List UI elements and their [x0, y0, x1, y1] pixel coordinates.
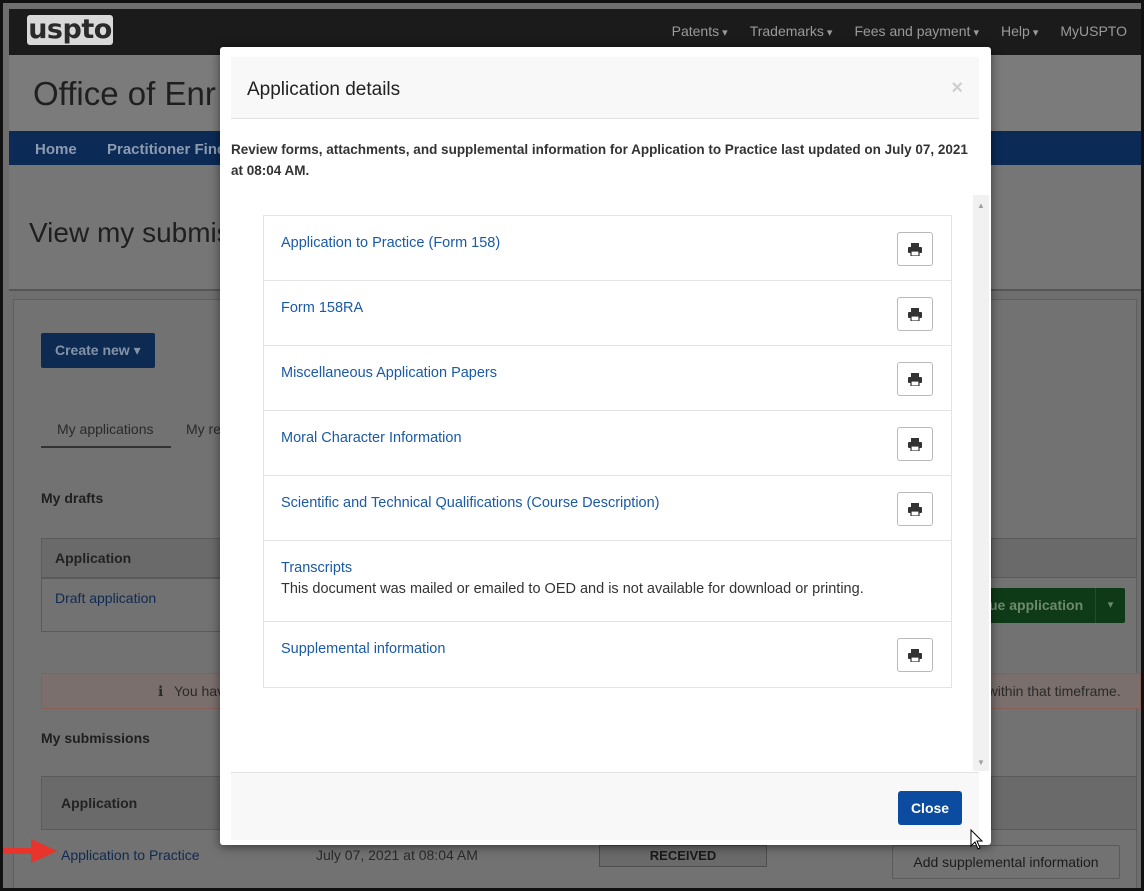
list-item: Miscellaneous Application Papers: [264, 346, 951, 411]
printer-icon: [908, 373, 922, 386]
submissions-table-header-right: [991, 776, 1137, 830]
active-tab-indicator: [41, 446, 171, 448]
printer-icon: [908, 438, 922, 451]
misc-papers-link[interactable]: Miscellaneous Application Papers: [281, 365, 497, 381]
page-title: View my submis: [29, 217, 231, 249]
continue-application-button[interactable]: ue application▾: [969, 588, 1125, 623]
modal-footer: Close: [231, 772, 979, 840]
documents-scroll-area[interactable]: Application to Practice (Form 158) Form …: [231, 195, 981, 771]
scrollbar[interactable]: ▲ ▼: [973, 195, 989, 771]
create-new-button[interactable]: Create new ▾: [41, 333, 155, 368]
transcripts-note: This document was mailed or emailed to O…: [281, 581, 864, 597]
transcripts-link[interactable]: Transcripts: [281, 560, 352, 576]
documents-list: Application to Practice (Form 158) Form …: [263, 215, 952, 688]
status-badge: RECEIVED: [599, 845, 767, 867]
drafts-table-header-right: [991, 538, 1137, 578]
scroll-down-icon[interactable]: ▼: [977, 758, 985, 767]
printer-icon: [908, 503, 922, 516]
list-item: Supplemental information: [264, 622, 951, 687]
moral-character-link[interactable]: Moral Character Information: [281, 430, 462, 446]
list-item: Scientific and Technical Qualifications …: [264, 476, 951, 541]
modal-title: Application details: [247, 79, 400, 101]
nav-myuspto[interactable]: MyUSPTO: [1060, 23, 1127, 39]
print-button[interactable]: [897, 297, 933, 331]
list-item: Transcripts This document was mailed or …: [264, 541, 951, 622]
alert-text-left: You hav: [174, 683, 224, 699]
print-button[interactable]: [897, 492, 933, 526]
application-details-modal: Application details × Review forms, atta…: [220, 47, 991, 845]
banner-title: Office of Enr: [33, 75, 216, 113]
nav-patents[interactable]: Patents: [672, 23, 728, 39]
nav-trademarks[interactable]: Trademarks: [750, 23, 833, 39]
modal-header: Application details ×: [231, 57, 979, 119]
close-button[interactable]: Close: [898, 791, 962, 825]
nav-fees[interactable]: Fees and payment: [854, 23, 979, 39]
print-button[interactable]: [897, 427, 933, 461]
top-nav: Patents Trademarks Fees and payment Help…: [672, 23, 1127, 39]
close-icon[interactable]: ×: [951, 77, 963, 100]
printer-icon: [908, 308, 922, 321]
printer-icon: [908, 243, 922, 256]
drafts-col-application: Application: [55, 550, 131, 566]
mouse-cursor-icon: [970, 829, 984, 851]
list-item: Application to Practice (Form 158): [264, 216, 951, 281]
submissions-col-application: Application: [61, 795, 137, 811]
print-button[interactable]: [897, 362, 933, 396]
print-button[interactable]: [897, 232, 933, 266]
tab-my-applications[interactable]: My applications: [57, 421, 154, 437]
drafts-label: My drafts: [41, 490, 103, 506]
continue-dropdown-icon[interactable]: ▾: [1095, 588, 1125, 623]
list-item: Form 158RA: [264, 281, 951, 346]
supplemental-info-link[interactable]: Supplemental information: [281, 641, 445, 657]
submissions-label: My submissions: [41, 730, 150, 746]
info-icon: ℹ: [158, 683, 163, 700]
nav-help[interactable]: Help: [1001, 23, 1038, 39]
form-158-link[interactable]: Application to Practice (Form 158): [281, 235, 500, 251]
submission-date: July 07, 2021 at 08:04 AM: [316, 847, 478, 863]
add-supplemental-button[interactable]: Add supplemental information: [892, 845, 1120, 879]
print-button[interactable]: [897, 638, 933, 672]
nav-practitioner-finder[interactable]: Practitioner Find: [107, 141, 226, 158]
form-158ra-link[interactable]: Form 158RA: [281, 300, 363, 316]
printer-icon: [908, 649, 922, 662]
list-item: Moral Character Information: [264, 411, 951, 476]
submission-link[interactable]: Application to Practice: [61, 847, 200, 863]
scroll-up-icon[interactable]: ▲: [977, 201, 985, 210]
uspto-logo[interactable]: uspto: [27, 15, 113, 45]
alert-text-right: d within that timeframe.: [976, 683, 1121, 699]
red-arrow-icon: [3, 839, 59, 863]
tab-my-re[interactable]: My re: [186, 421, 221, 437]
nav-home[interactable]: Home: [35, 141, 77, 158]
sci-tech-qualifications-link[interactable]: Scientific and Technical Qualifications …: [281, 495, 660, 511]
screenshot-frame: uspto Patents Trademarks Fees and paymen…: [0, 0, 1144, 891]
modal-description: Review forms, attachments, and supplemen…: [231, 139, 981, 181]
draft-application-link[interactable]: Draft application: [55, 590, 156, 606]
